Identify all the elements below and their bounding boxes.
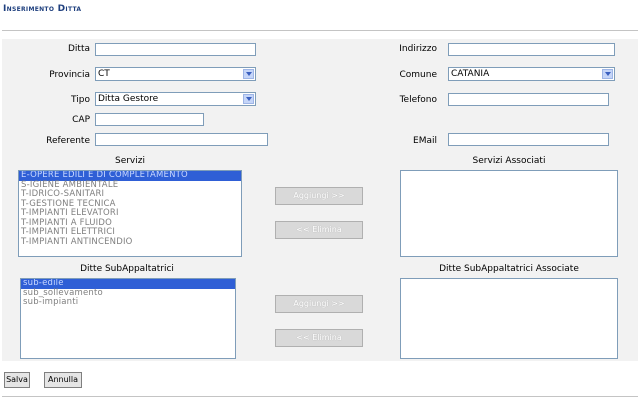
cap-label: CAP	[72, 115, 90, 125]
referente-label: Referente	[46, 136, 90, 146]
tipo-label: Tipo	[71, 95, 90, 105]
servizi-heading: Servizi	[114, 156, 145, 166]
tipo-value: Ditta Gestore	[98, 94, 159, 104]
comune-select[interactable]: CATANIA	[448, 67, 615, 81]
salva-button[interactable]: Salva	[4, 372, 30, 388]
tipo-select[interactable]: Ditta Gestore	[95, 92, 256, 106]
comune-label: Comune	[399, 70, 437, 80]
provincia-label: Provincia	[49, 70, 90, 80]
email-label: EMail	[413, 136, 437, 146]
page-title: Inserimento Ditta	[3, 4, 82, 14]
provincia-select[interactable]: CT	[95, 67, 256, 81]
list-item[interactable]: T-IMPIANTI ANTINCENDIO	[19, 237, 241, 248]
aggiungi-servizi-button[interactable]: Aggiungi >>	[275, 187, 363, 205]
list-item[interactable]: sub-impianti	[21, 297, 235, 308]
ditte-sub-heading: Ditte SubAppaltatrici	[80, 264, 174, 274]
referente-input[interactable]	[95, 133, 268, 146]
telefono-input[interactable]	[448, 93, 609, 106]
top-divider	[2, 30, 638, 31]
elimina-servizi-button[interactable]: << Elimina	[275, 221, 363, 239]
chevron-down-icon[interactable]	[243, 94, 254, 104]
ditta-label: Ditta	[67, 44, 90, 54]
indirizzo-input[interactable]	[448, 43, 615, 56]
email-input[interactable]	[448, 133, 609, 146]
ditta-input[interactable]	[95, 43, 256, 56]
comune-value: CATANIA	[451, 69, 490, 79]
elimina-ditte-button[interactable]: << Elimina	[275, 329, 363, 347]
servizi-associati-listbox[interactable]	[400, 170, 618, 257]
ditte-sub-associate-listbox[interactable]	[400, 278, 618, 359]
indirizzo-label: Indirizzo	[399, 44, 437, 54]
chevron-down-icon[interactable]	[243, 69, 254, 79]
servizi-associati-heading: Servizi Associati	[472, 156, 546, 166]
ditte-sub-listbox[interactable]: sub-edile sub_sollevamento sub-impianti	[20, 278, 236, 359]
ditte-sub-associate-heading: Ditte SubAppaltatrici Associate	[439, 264, 579, 274]
chevron-down-icon[interactable]	[602, 69, 613, 79]
aggiungi-ditte-button[interactable]: Aggiungi >>	[275, 295, 363, 313]
provincia-value: CT	[98, 69, 110, 79]
annulla-button[interactable]: Annulla	[44, 372, 82, 388]
cap-input[interactable]	[95, 113, 204, 126]
servizi-listbox[interactable]: E-OPERE EDILI E DI COMPLETAMENTO S-IGIENE…	[18, 170, 242, 257]
telefono-label: Telefono	[399, 95, 437, 105]
bottom-divider	[2, 396, 638, 397]
